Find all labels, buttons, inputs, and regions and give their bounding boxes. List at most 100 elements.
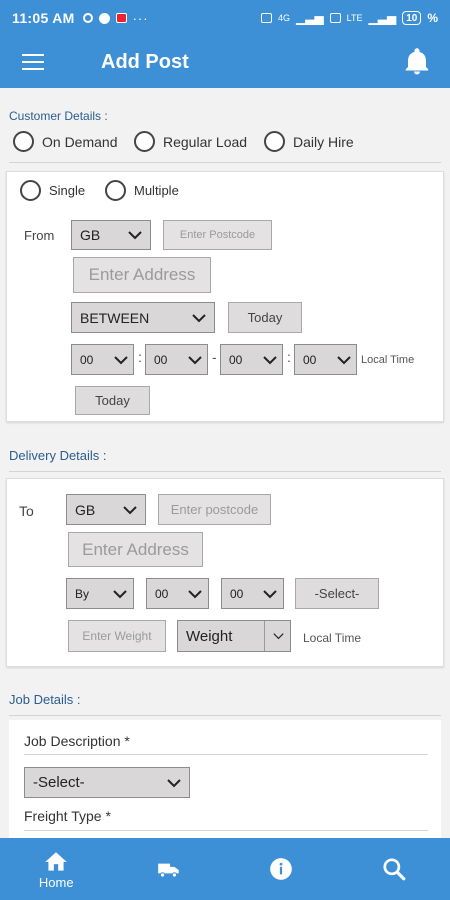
time-separator: : [138,349,142,365]
delivery-time-mode-select[interactable]: By [66,578,134,609]
radio-single[interactable]: Single [20,180,85,201]
button-label: Today [95,393,130,408]
form-scroll-area[interactable]: Customer Details : On Demand Regular Loa… [0,88,450,838]
bottom-navigation: Home [0,838,450,900]
bell-icon[interactable] [402,47,432,77]
delivery-details-label: Delivery Details : [9,448,107,463]
radio-on-demand[interactable]: On Demand [13,131,117,152]
nav-search[interactable] [338,838,450,900]
delivery-card: To GB Enter postcode Enter Address By 00… [6,478,444,667]
nav-info[interactable] [225,838,338,900]
info-icon [270,858,293,880]
radio-circle[interactable] [13,131,34,152]
select-value: GB [80,227,101,243]
app-bar: Add Post [0,36,450,88]
chevron-down-icon [113,589,127,598]
system-icons: 4G ▁▃▅ LTE ▁▃▅ 10 % [260,11,438,25]
radio-label: Multiple [134,183,179,198]
home-icon [45,851,68,871]
job-description-select[interactable]: -Select- [24,767,190,798]
pickup-from-hour-select[interactable]: 00 [71,344,134,375]
youtube-icon [115,13,127,23]
pickup-address-input[interactable]: Enter Address [73,257,211,293]
radio-label: Regular Load [163,133,248,150]
delivery-minute-select[interactable]: 00 [221,578,284,609]
weight-input[interactable]: Enter Weight [68,620,166,652]
divider [9,162,441,163]
radio-label: Single [49,183,86,198]
select-value: 00 [155,586,169,601]
chevron-down-icon [192,313,206,322]
postcode-placeholder: Enter postcode [170,502,259,517]
chevron-down-icon [263,589,277,598]
radio-circle[interactable] [134,131,155,152]
search-icon [383,858,406,881]
select-value: 00 [230,586,244,601]
job-details-label: Job Details : [9,692,81,707]
more-dots-icon: ··· [132,10,149,26]
time-range-dash: - [212,349,217,365]
time-separator: : [287,349,291,365]
button-label: -Select- [314,586,360,601]
radio-circle[interactable] [20,180,41,201]
notification-icons: ··· [82,10,149,26]
delivery-address-input[interactable]: Enter Address [68,532,203,567]
pickup-date-button[interactable]: Today [228,302,302,333]
radio-circle[interactable] [264,131,285,152]
radio-circle[interactable] [105,180,126,201]
delivery-country-select[interactable]: GB [66,494,146,525]
delivery-select-button[interactable]: -Select- [295,578,379,609]
data-saver-icon [260,13,272,23]
battery-percent: % [427,11,438,25]
battery-icon: 10 [402,11,422,25]
pickup-from-minute-select[interactable]: 00 [145,344,208,375]
chevron-down-icon [188,589,202,598]
select-value: 00 [229,352,243,367]
divider [9,471,441,472]
chevron-down-icon [263,355,277,364]
freight-type-label: Freight Type * [24,808,111,824]
button-label: Today [247,310,283,325]
select-value: -Select- [33,774,85,791]
sim-icon [329,13,341,23]
divider [24,754,428,755]
divider [9,715,441,716]
pickup-postcode-input[interactable]: Enter Postcode [163,220,272,250]
chevron-down-icon [123,505,137,514]
nav-jobs[interactable] [113,838,226,900]
pickup-time-mode-select[interactable]: BETWEEN [71,302,215,333]
postcode-placeholder: Enter Postcode [179,229,256,241]
truck-icon [157,863,179,878]
radio-multiple[interactable]: Multiple [105,180,179,201]
address-placeholder: Enter Address [82,539,189,559]
pickup-to-hour-select[interactable]: 00 [220,344,283,375]
pickup-to-minute-select[interactable]: 00 [294,344,357,375]
nav-label: Home [38,874,74,890]
phone-icon [82,13,93,23]
radio-daily-hire[interactable]: Daily Hire [264,131,354,152]
delivery-postcode-input[interactable]: Enter postcode [158,494,271,525]
radio-label: Daily Hire [293,133,354,150]
signal-icon: ▁▃▅ [295,11,324,25]
nav-home[interactable]: Home [0,838,113,900]
select-value: 00 [303,352,317,367]
hamburger-menu-icon[interactable] [22,54,44,70]
local-time-label: Local Time [361,354,415,366]
pickup-date-button-2[interactable]: Today [75,386,150,415]
pickup-country-select[interactable]: GB [71,220,151,250]
chevron-down-icon [337,355,351,364]
select-value: 00 [80,352,94,367]
radio-regular-load[interactable]: Regular Load [134,131,247,152]
clock: 11:05 AM [12,10,75,26]
weight-unit-select[interactable]: Weight [177,620,291,652]
chevron-down-icon [273,633,284,640]
chevron-down-icon [188,355,202,364]
wifi-call-icon [98,12,110,24]
network-lte-label: LTE [346,13,363,23]
to-label: To [19,503,34,519]
delivery-hour-select[interactable]: 00 [146,578,209,609]
chevron-down-icon [167,778,181,787]
select-value: 00 [154,352,168,367]
divider [24,830,428,831]
select-value: Weight [186,627,233,645]
